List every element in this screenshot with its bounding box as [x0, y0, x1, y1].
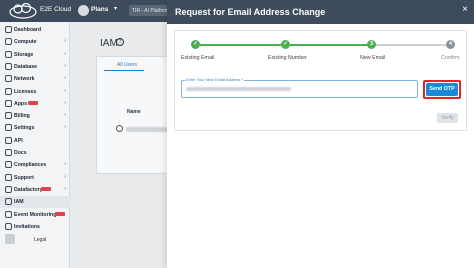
verify-button[interactable]: Verify: [437, 113, 458, 123]
dashboard-icon: [5, 26, 12, 33]
sidebar-item-settings[interactable]: Settings ›: [0, 122, 70, 134]
sidebar-item-label: Invitations: [14, 223, 40, 230]
network-icon: [5, 75, 12, 83]
chevron-down-icon[interactable]: ▾: [114, 5, 117, 12]
docs-icon: [5, 149, 12, 156]
license-icon: [5, 87, 12, 95]
sidebar-item-label: Storage: [14, 51, 34, 58]
chevron-right-icon[interactable]: ›: [64, 100, 66, 106]
step-1-check-icon: ✓: [191, 40, 200, 49]
sidebar-item-storage[interactable]: Storage ›: [0, 49, 70, 61]
step-label-existing-number: Existing Number: [268, 55, 307, 61]
api-icon: [5, 136, 12, 144]
step-label-existing-email: Existing Email: [181, 55, 215, 61]
datafactory-icon: [5, 185, 12, 193]
sidebar-item-compute[interactable]: Compute ›: [0, 36, 70, 48]
close-icon[interactable]: ×: [462, 5, 468, 15]
sidebar-item-compliances[interactable]: Compliances ›: [0, 159, 70, 171]
sidebar-item-label: IAM: [14, 199, 24, 206]
new-badge: [28, 100, 38, 105]
modal-title: Request for Email Address Change: [175, 7, 326, 17]
user-icon: [116, 125, 123, 132]
apps-icon: [5, 99, 12, 107]
sidebar-toggle-icon[interactable]: [5, 234, 15, 244]
tab-underline: [104, 70, 144, 71]
sidebar-item-support[interactable]: Support ›: [0, 172, 70, 184]
sidebar-item-label: Licenses: [14, 88, 37, 95]
invitations-icon: [5, 222, 12, 230]
step-label-confirm: Confirm: [441, 55, 460, 61]
e2e-logo-icon[interactable]: [8, 3, 38, 19]
sidebar-item-label: Billing: [14, 113, 30, 120]
support-icon: [5, 173, 12, 181]
sidebar-item-label: API: [14, 137, 23, 144]
sidebar-item-apps[interactable]: Apps ›: [0, 98, 70, 110]
chevron-right-icon[interactable]: ›: [64, 161, 66, 167]
help-icon[interactable]: ?: [116, 38, 124, 46]
sidebar-item-label: Database: [14, 63, 38, 70]
chevron-right-icon[interactable]: ›: [64, 124, 66, 130]
sidebar-item-label: Docs: [14, 150, 27, 156]
storage-icon: [5, 50, 12, 58]
sidebar-item-datafactory[interactable]: Datafactory ›: [0, 184, 70, 196]
column-header-name: Name: [127, 109, 141, 115]
settings-icon: [5, 124, 12, 132]
database-icon: [5, 62, 12, 70]
step-connector: [376, 44, 448, 46]
project-avatar-icon[interactable]: [78, 5, 89, 16]
monitoring-icon: [5, 210, 12, 218]
sidebar-item-licenses[interactable]: Licenses ›: [0, 86, 70, 98]
sidebar-item-label: Event Monitoring: [14, 211, 57, 218]
sidebar-item-invitations[interactable]: Invitations: [0, 221, 70, 233]
step-3-indicator: 3: [367, 40, 376, 49]
legal-link[interactable]: Legal: [34, 237, 46, 243]
sidebar-item-label: Network: [14, 76, 35, 83]
step-connector: [290, 44, 368, 46]
sidebar-item-label: Datafactory: [14, 186, 43, 193]
sidebar-item-api[interactable]: API: [0, 135, 70, 147]
step-connector: [200, 44, 282, 46]
sidebar-item-database[interactable]: Database ›: [0, 61, 70, 73]
sidebar-item-label: Compliances: [14, 162, 47, 169]
chevron-right-icon[interactable]: ›: [64, 174, 66, 180]
new-badge: [55, 211, 65, 216]
modal-header: Request for Email Address Change ×: [167, 0, 474, 24]
sidebar-item-label: Apps: [14, 100, 27, 107]
compute-icon: [5, 38, 12, 46]
chevron-right-icon[interactable]: ›: [64, 88, 66, 94]
chevron-right-icon[interactable]: ›: [64, 112, 66, 118]
page-title: IAM: [100, 38, 118, 49]
tab-all-users[interactable]: All Users: [117, 62, 137, 68]
sidebar-item-docs[interactable]: Docs: [0, 147, 70, 159]
chevron-right-icon[interactable]: ›: [64, 75, 66, 81]
top-pill-button[interactable]: TIR - AI Platform: [129, 5, 169, 16]
sidebar-item-label: Settings: [14, 125, 35, 132]
sidebar-item-label: Compute: [14, 39, 37, 46]
billing-icon: [5, 112, 12, 120]
sidebar-item-label: Dashboard: [14, 27, 42, 33]
step-label-new-email: New Email: [360, 55, 386, 61]
send-otp-button[interactable]: Send OTP: [426, 83, 458, 96]
compliance-icon: [5, 161, 12, 169]
chevron-right-icon[interactable]: ›: [64, 186, 66, 192]
sidebar-item-dashboard[interactable]: Dashboard: [0, 24, 70, 36]
chevron-right-icon[interactable]: ›: [64, 38, 66, 44]
sidebar-item-event-monitoring[interactable]: Event Monitoring: [0, 209, 70, 221]
sidebar-item-network[interactable]: Network ›: [0, 73, 70, 85]
chevron-right-icon[interactable]: ›: [64, 51, 66, 57]
sidebar-item-iam[interactable]: IAM: [0, 196, 70, 209]
step-4-indicator: 4: [446, 40, 455, 49]
sidebar-item-billing[interactable]: Billing ›: [0, 110, 70, 122]
chevron-right-icon[interactable]: ›: [64, 63, 66, 69]
iam-icon: [5, 198, 12, 206]
email-change-modal: Request for Email Address Change ×: [167, 0, 474, 268]
new-email-label: Enter Your New Email Address *: [185, 77, 245, 82]
project-selector[interactable]: Plans: [91, 6, 108, 13]
new-email-value-redacted: [186, 87, 291, 91]
brand-name: E2E Cloud: [40, 6, 72, 13]
step-2-check-icon: ✓: [281, 40, 290, 49]
sidebar-item-label: Support: [14, 174, 34, 181]
new-badge: [41, 186, 51, 191]
